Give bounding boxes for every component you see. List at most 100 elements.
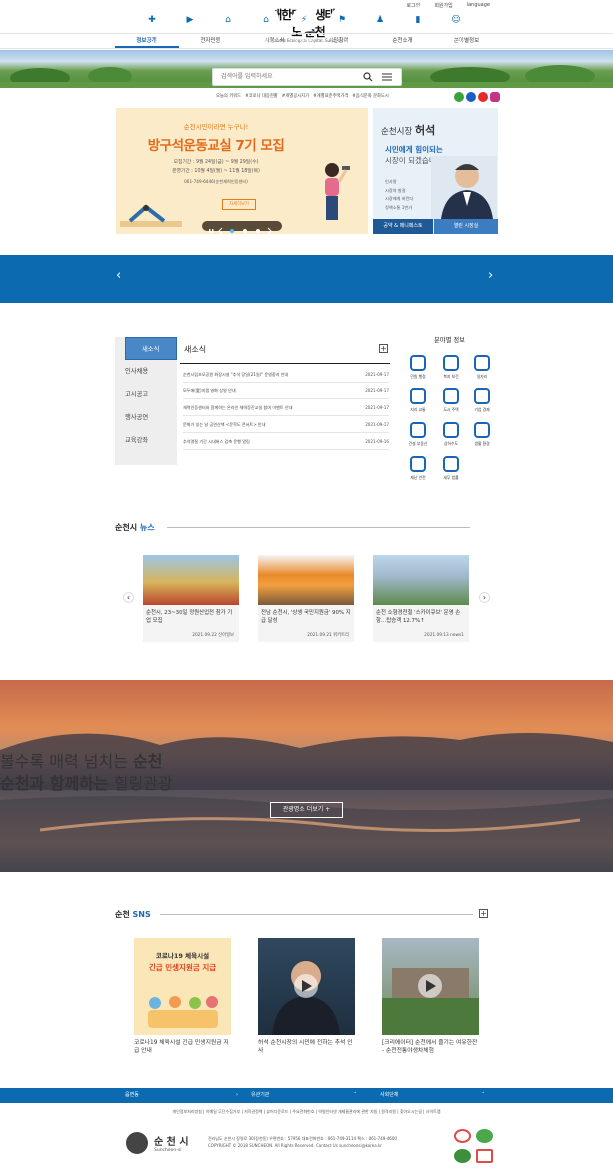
sns-card[interactable]: 허석 순천시장의 시민에 전하는 추석 인사 [258, 938, 355, 1055]
news-card-title: 전남 순천시, '상생 국민지원금' 90% 지급 달성 [261, 610, 351, 624]
field-item[interactable]: 재난 안전 [404, 456, 432, 481]
house-icon: ⌂ [215, 7, 241, 32]
notice-tabs: 새소식 인사채용 고시공고 행사공연 교육강좌 [115, 337, 177, 465]
keyword-item[interactable]: #개별표준주택가격 [313, 93, 348, 99]
notice-row-date: 2021-09-16 [365, 439, 389, 444]
banner-pager[interactable] [202, 221, 282, 235]
chevron-up-icon[interactable]: ˄ [354, 1088, 357, 1103]
notice-row[interactable]: 체력인증센터와 함께하는 온라인 체력증진교실 참여 이벤트 안내 2021-09… [183, 400, 389, 416]
quick-item-org[interactable]: ♟ 조직도 [360, 7, 400, 44]
sns-card[interactable]: 코로나19 체육시설 긴급 민생지원금 지급 코로나19 체육시설 긴급 민생지… [134, 938, 231, 1055]
footer-addr-line: 전라남도 순천시 장명로 30(장천동) 우편번호 : 57956 대표전화번호… [208, 1136, 397, 1141]
mayor-link[interactable]: 시장의 발걸 [385, 187, 413, 196]
notice-more-icon[interactable]: + [379, 344, 388, 353]
org-chart-icon: ♟ [367, 7, 393, 32]
instagram-icon[interactable] [490, 92, 500, 102]
mayor-photo [431, 156, 497, 219]
banner-title: 방구석운동교실 7기 모집 [147, 138, 285, 154]
mayor-link[interactable]: 시장에게 바란다 [385, 195, 413, 204]
chevron-right-icon[interactable]: › [236, 1088, 238, 1103]
tab-announce[interactable]: 고시공고 [115, 383, 177, 406]
search-input[interactable]: 검색어를 입력하세요 [212, 68, 402, 86]
quick-prev-icon[interactable]: ‹ [116, 268, 121, 283]
mayor-link[interactable]: 정책소통 1번가 [385, 204, 413, 213]
notice-row[interactable]: 추석명절 기간 시내버스 감축 운행 알림 2021-09-16 [183, 434, 389, 450]
field-item[interactable]: 민원 행정 [404, 355, 432, 380]
field-item[interactable]: 복지 보건 [437, 355, 465, 380]
field-item[interactable]: 상하수도 [437, 422, 465, 447]
footer-dropdown-dong[interactable]: 읍면동 [125, 1088, 139, 1103]
field-item[interactable]: 일자리 [468, 355, 496, 380]
field-label: 건설 부동산 [408, 441, 428, 446]
pledge-button[interactable]: 공약 & 매니페스토 [373, 219, 433, 234]
keyword-item[interactable]: #코로나 대응현황 [245, 93, 278, 99]
tab-recruit[interactable]: 인사채용 [115, 360, 177, 383]
open-office-button[interactable]: 열린 시장실 [434, 219, 498, 234]
sns-title-a: 순천 [115, 910, 130, 919]
footer-dropdown-groups[interactable]: 사회단체 [380, 1088, 398, 1103]
field-item[interactable]: 세무 법률 [437, 456, 465, 481]
quick-item-banner[interactable]: ⚑ 현수막지정게시대 [322, 7, 362, 44]
sns-card[interactable]: [크리에이터] 순천에서 즐기는 여유한잔 - 순천전통야생차체험 [382, 938, 479, 1055]
notice-row-date: 2021-09-17 [365, 405, 389, 410]
menu-icon[interactable] [382, 72, 392, 82]
notice-row[interactable]: 순천시립초모공원 화장시설 "추석 당일(21일)" 운영중지 안내 2021-0… [183, 367, 389, 383]
banner-recruit: 모집기간 : 9월 24일(금) ~ 9월 29일(수) [173, 160, 259, 165]
quick-item-senior[interactable]: ☺ 노인복지관 [436, 7, 476, 44]
field-item[interactable]: 지리 교통 [404, 388, 432, 413]
quick-menu-bar: ‹ › [0, 255, 613, 303]
field-item[interactable]: 도시 주택 [437, 388, 465, 413]
notice-row[interactable]: 문화가 있는 날 공연산책 <문학도 콘서트> 안내 2021-09-17 [183, 417, 389, 433]
quick-item-library[interactable]: ▮ 도서관 [398, 7, 438, 44]
tour-more-button[interactable]: 관광명소 더보기 + [270, 802, 343, 818]
search-icon[interactable] [363, 72, 373, 82]
news-prev-icon[interactable]: ‹ [123, 592, 134, 603]
keyword-item[interactable]: #음식문화 문화도시 [352, 93, 389, 99]
quick-label: 순천시 전입혜택 [252, 38, 280, 43]
news-next-icon[interactable]: › [479, 592, 490, 603]
notice-row[interactable]: 모두애(愛)지랩 영화 상영 안내 2021-09-17 [183, 383, 389, 399]
field-label: 재난 안전 [410, 475, 426, 480]
tab-education[interactable]: 교육강좌 [115, 429, 177, 452]
field-item[interactable]: 생활 환경 [468, 422, 496, 447]
city-emblem-icon [126, 1132, 148, 1154]
quick-item-health[interactable]: ✚ 보건소 [132, 7, 172, 44]
sns-more-icon[interactable]: + [479, 909, 488, 918]
news-card[interactable]: 순천 소형경전철 '스카이큐브' 운영 손항…탑승객 12.7%↑ 2021.0… [373, 555, 469, 642]
footer-dropdown-agencies[interactable]: 유관기관 [251, 1088, 269, 1103]
sns-card-title: [크리에이터] 순천에서 즐기는 여유한잔 - 순천전통야생차체험 [382, 1040, 478, 1054]
tab-news[interactable]: 새소식 [125, 337, 177, 360]
quick-item-media[interactable]: ▶ 순천시 미디어 [170, 7, 210, 44]
quick-item-charger[interactable]: ⚡ 전기차 충전소 [284, 7, 324, 44]
mayor-link[interactable]: 인사말 [385, 178, 413, 187]
sns-thumb: 코로나19 체육시설 긴급 민생지원금 지급 [134, 938, 231, 1035]
quick-next-icon[interactable]: › [488, 268, 493, 283]
news-card[interactable]: 전남 순천시, '상생 국민지원금' 90% 지급 달성 2021.09.21 … [258, 555, 354, 642]
notice-divider [180, 363, 390, 364]
banner-more-button[interactable]: 자세히보기 [222, 199, 256, 210]
banner-kicker: 순천시민이라면 누구나! [183, 123, 249, 131]
field-label: 일자리 [476, 374, 488, 379]
chevron-up-icon[interactable]: ˄ [482, 1088, 485, 1103]
pager-dots [209, 227, 272, 235]
youtube-icon[interactable] [478, 92, 488, 102]
quick-item-landprice[interactable]: ⌂ 개별공시지가 [208, 7, 248, 44]
sns-divider [160, 914, 473, 915]
news-card[interactable]: 순천시, 23~30일 정원산업전 참가 기업 모집 2021.09.22 신아… [143, 555, 239, 642]
seal-badge-icon [476, 1149, 493, 1163]
facebook-icon[interactable] [466, 92, 476, 102]
keyword-item[interactable]: #개별공시지가 [282, 93, 309, 99]
field-item[interactable]: 건설 부동산 [404, 422, 432, 447]
news-card-meta: 2021.09.22 신아일보 [192, 633, 234, 638]
mayor-panel: 순천시장 허석 시민에게 힘이되는 시장이 되겠습니다 인사말 시장의 발걸 시장… [373, 108, 498, 234]
quick-item-benefit[interactable]: ⌂ 순천시 전입혜택 [246, 7, 286, 44]
field-item[interactable]: 기업 경제 [468, 388, 496, 413]
fitness-illustration [325, 163, 350, 220]
document-icon [443, 456, 459, 472]
civil-icon [410, 355, 426, 371]
tab-events[interactable]: 행사공연 [115, 406, 177, 429]
promo-banner[interactable]: 순천시민이라면 누구나! 방구석운동교실 7기 모집 모집기간 : 9월 24일… [116, 108, 368, 235]
news-card-title: 순천시, 23~30일 정원산업전 참가 기업 모집 [146, 610, 233, 624]
footer-links[interactable]: 개인정보처리방침 | 이메일 무단수집거부 | 저작권정책 | 뷰어다운로드 |… [0, 1109, 613, 1115]
blog-icon[interactable] [454, 92, 464, 102]
